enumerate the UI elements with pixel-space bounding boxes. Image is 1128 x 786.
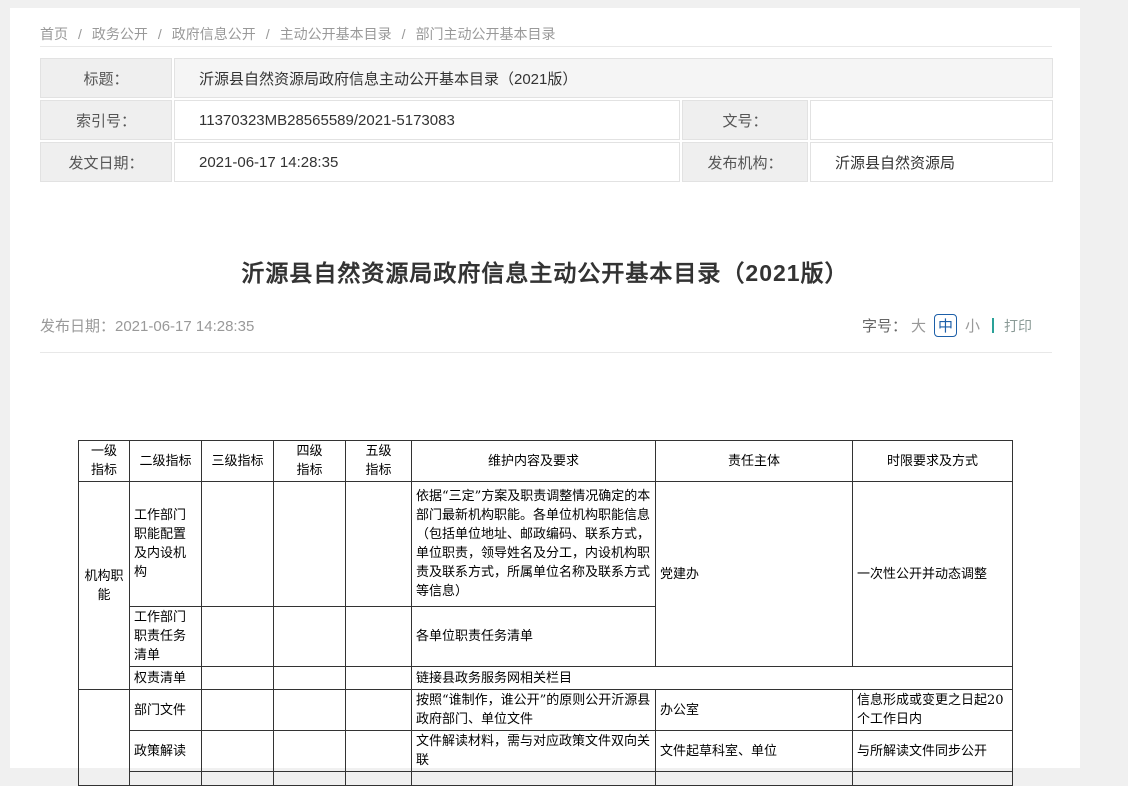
print-button[interactable]: 打印 xyxy=(1004,316,1032,336)
empty-cell xyxy=(346,731,412,772)
cell-timing: 与所解读文件同步公开 xyxy=(853,731,1013,772)
cell-timing: 一次性公开并动态调整 xyxy=(853,482,1013,667)
breadcrumb-separator: / xyxy=(158,26,162,42)
meta-index-value: 11370323MB28565589/2021-5173083 xyxy=(174,100,680,140)
cell-owner: 文件起草科室、单位 xyxy=(656,731,853,772)
breadcrumb: 首页 / 政务公开 / 政府信息公开 / 主动公开基本目录 / 部门主动公开基本目录 xyxy=(40,24,556,44)
table-row: 权责清单 链接县政务服务网相关栏目 xyxy=(79,667,1013,690)
font-size-label: 字号： xyxy=(862,315,907,336)
document-meta-table: 标题： 沂源县自然资源局政府信息主动公开基本目录（2021版） 索引号： 113… xyxy=(40,58,1053,182)
breadcrumb-separator: / xyxy=(78,26,82,42)
catalog-header-row: 一级指标 二级指标 三级指标 四级指标 五级指标 维护内容及要求 责任主体 时限… xyxy=(79,441,1013,482)
meta-docnum-label: 文号： xyxy=(682,100,808,140)
breadcrumb-link-department-catalog[interactable]: 部门主动公开基本目录 xyxy=(416,26,556,42)
meta-agency-label: 发布机构： xyxy=(682,142,808,182)
empty-cell xyxy=(202,667,274,690)
empty-cell xyxy=(202,607,274,667)
cell-level1 xyxy=(79,690,130,786)
empty-cell xyxy=(412,772,656,786)
empty-cell xyxy=(346,690,412,731)
table-row-clipped xyxy=(79,772,1013,786)
table-row: 部门文件 按照“谁制作，谁公开”的原则公开沂源县政府部门、单位文件 办公室 信息… xyxy=(79,690,1013,731)
empty-cell xyxy=(274,731,346,772)
cell-content: 依据“三定”方案及职责调整情况确定的本部门最新机构职能。各单位机构职能信息（包括… xyxy=(412,482,656,607)
cell-owner: 办公室 xyxy=(656,690,853,731)
empty-cell xyxy=(853,772,1013,786)
empty-cell xyxy=(656,772,853,786)
empty-cell xyxy=(202,731,274,772)
meta-date-value: 2021-06-17 14:28:35 xyxy=(174,142,680,182)
font-size-large-button[interactable]: 大 xyxy=(911,315,926,336)
cell-level2: 工作部门职责任务清单 xyxy=(130,607,202,667)
empty-cell xyxy=(130,772,202,786)
cell-content: 按照“谁制作，谁公开”的原则公开沂源县政府部门、单位文件 xyxy=(412,690,656,731)
header-level4: 四级指标 xyxy=(274,441,346,482)
breadcrumb-link-gov-info-disclosure[interactable]: 政府信息公开 xyxy=(172,26,256,42)
empty-cell xyxy=(346,667,412,690)
meta-date-label: 发文日期： xyxy=(40,142,172,182)
meta-title-value: 沂源县自然资源局政府信息主动公开基本目录（2021版） xyxy=(174,58,1053,98)
header-owner: 责任主体 xyxy=(656,441,853,482)
meta-title-label: 标题： xyxy=(40,58,172,98)
breadcrumb-divider xyxy=(40,46,1052,47)
cell-content: 文件解读材料，需与对应政策文件双向关联 xyxy=(412,731,656,772)
breadcrumb-link-home[interactable]: 首页 xyxy=(40,26,68,42)
header-level5: 五级指标 xyxy=(346,441,412,482)
cell-level2: 政策解读 xyxy=(130,731,202,772)
page-title: 沂源县自然资源局政府信息主动公开基本目录（2021版） xyxy=(10,254,1080,288)
empty-cell xyxy=(346,482,412,607)
empty-cell xyxy=(274,482,346,607)
cell-content: 链接县政务服务网相关栏目 xyxy=(412,667,1013,690)
breadcrumb-link-government-affairs[interactable]: 政务公开 xyxy=(92,26,148,42)
empty-cell xyxy=(274,667,346,690)
breadcrumb-separator: / xyxy=(266,26,270,42)
empty-cell xyxy=(202,772,274,786)
meta-index-label: 索引号： xyxy=(40,100,172,140)
table-row: 政策解读 文件解读材料，需与对应政策文件双向关联 文件起草科室、单位 与所解读文… xyxy=(79,731,1013,772)
breadcrumb-separator: / xyxy=(402,26,406,42)
empty-cell xyxy=(274,772,346,786)
table-row: 机构职能 工作部门职能配置及内设机构 依据“三定”方案及职责调整情况确定的本部门… xyxy=(79,482,1013,607)
catalog-table: 一级指标 二级指标 三级指标 四级指标 五级指标 维护内容及要求 责任主体 时限… xyxy=(78,440,1013,786)
cell-content: 各单位职责任务清单 xyxy=(412,607,656,667)
header-level3: 三级指标 xyxy=(202,441,274,482)
breadcrumb-link-active-disclosure-catalog[interactable]: 主动公开基本目录 xyxy=(280,26,392,42)
font-size-controls: 字号： 大 中 小 打印 xyxy=(862,314,1032,337)
cell-owner: 党建办 xyxy=(656,482,853,667)
section-divider xyxy=(40,352,1052,353)
empty-cell xyxy=(346,772,412,786)
vertical-divider xyxy=(992,318,994,333)
cell-level2: 权责清单 xyxy=(130,667,202,690)
empty-cell xyxy=(202,482,274,607)
empty-cell xyxy=(274,607,346,667)
header-timing: 时限要求及方式 xyxy=(853,441,1013,482)
header-level2: 二级指标 xyxy=(130,441,202,482)
cell-level2: 部门文件 xyxy=(130,690,202,731)
cell-timing: 信息形成或变更之日起20个工作日内 xyxy=(853,690,1013,731)
publish-date: 发布日期：2021-06-17 14:28:35 xyxy=(40,315,254,336)
cell-level2: 工作部门职能配置及内设机构 xyxy=(130,482,202,607)
header-level1: 一级指标 xyxy=(79,441,130,482)
empty-cell xyxy=(274,690,346,731)
cell-level1: 机构职能 xyxy=(79,482,130,690)
meta-agency-value: 沂源县自然资源局 xyxy=(810,142,1053,182)
font-size-small-button[interactable]: 小 xyxy=(965,315,980,336)
empty-cell xyxy=(202,690,274,731)
header-content: 维护内容及要求 xyxy=(412,441,656,482)
font-size-medium-button[interactable]: 中 xyxy=(934,314,957,337)
meta-docnum-value xyxy=(810,100,1053,140)
empty-cell xyxy=(346,607,412,667)
content-panel: 首页 / 政务公开 / 政府信息公开 / 主动公开基本目录 / 部门主动公开基本目录 标题： 沂… xyxy=(10,8,1080,768)
